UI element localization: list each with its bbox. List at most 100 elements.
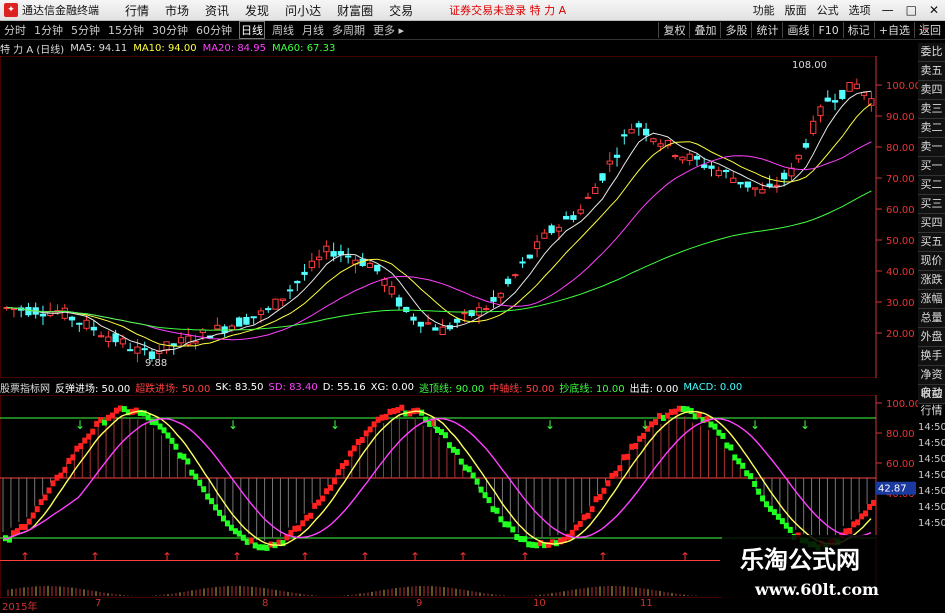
right-panel-item[interactable]: 买一 — [918, 157, 945, 176]
login-status: 证券交易未登录 特 力 A — [449, 4, 567, 17]
right-panel-item[interactable]: 买四 — [918, 214, 945, 233]
statistics-button[interactable]: 统计 — [751, 22, 782, 38]
period-monthly[interactable]: 月线 — [301, 22, 325, 38]
candle-body — [76, 322, 83, 325]
right-panel-item[interactable]: 现价 — [918, 252, 945, 271]
candle-body — [708, 165, 715, 169]
right-panel-item[interactable]: 外盘 — [918, 328, 945, 347]
menu-discover[interactable]: 发现 — [245, 2, 269, 19]
candle-body — [759, 189, 766, 194]
down-arrow-icon: ↓ — [640, 418, 650, 432]
back-button[interactable]: 返回 — [914, 22, 945, 38]
signal-block — [300, 520, 306, 527]
date-label: 9 — [416, 598, 423, 609]
period-multi[interactable]: 多周期 — [331, 22, 366, 38]
signal-block — [478, 486, 484, 493]
period-60min[interactable]: 60分钟 — [195, 22, 233, 38]
right-panel-item[interactable]: 涨跌 — [918, 271, 945, 290]
candle-body — [388, 286, 395, 295]
right-panel-tab[interactable]: 行情 — [918, 402, 945, 420]
right-panel-item[interactable]: 涨幅 — [918, 290, 945, 309]
price-tick-label: 70.00 — [886, 174, 915, 185]
signal-block — [855, 519, 861, 526]
maximize-icon[interactable]: □ — [906, 3, 917, 17]
candle-body — [454, 318, 461, 323]
candle-body — [686, 153, 693, 161]
period-1min[interactable]: 1分钟 — [33, 22, 64, 38]
multi-stock-button[interactable]: 多股 — [720, 22, 751, 38]
signal-block — [347, 450, 353, 457]
signal-block — [442, 432, 448, 439]
signal-block — [22, 523, 28, 530]
up-arrow-icon: ↑ — [300, 550, 310, 564]
menu-options[interactable]: 选项 — [849, 2, 871, 18]
right-panel-item[interactable]: 卖三 — [918, 100, 945, 119]
signal-block — [641, 432, 647, 439]
menu-wealth[interactable]: 财富圈 — [337, 2, 373, 19]
period-15min[interactable]: 15分钟 — [107, 22, 145, 38]
period-more[interactable]: 更多 ▸ — [372, 22, 405, 38]
signal-block — [577, 520, 583, 527]
candle-body — [526, 254, 533, 259]
right-panel-item[interactable]: 委比 — [918, 43, 945, 62]
tick-time: 14:50 — [918, 454, 945, 465]
menu-news[interactable]: 资讯 — [205, 2, 229, 19]
draw-line-button[interactable]: 画线 — [782, 22, 813, 38]
right-panel-item[interactable]: 净资 — [918, 366, 945, 385]
candle-body — [577, 209, 584, 214]
right-panel-item[interactable]: 卖四 — [918, 81, 945, 100]
right-panel-item[interactable]: 卖一 — [918, 138, 945, 157]
menu-function[interactable]: 功能 — [753, 2, 775, 18]
right-panel-item[interactable]: 买五 — [918, 233, 945, 252]
ind-item-6: 逃顶线: 90.00 — [419, 383, 485, 395]
menu-quotes[interactable]: 行情 — [125, 2, 149, 19]
f10-button[interactable]: F10 — [813, 23, 842, 37]
period-toolbar: 分时 1分钟 5分钟 15分钟 30分钟 60分钟 日线 周线 月线 多周期 更… — [0, 21, 945, 40]
menu-ask[interactable]: 问小达 — [285, 2, 321, 19]
signal-block — [30, 512, 36, 519]
close-icon[interactable]: ✕ — [929, 3, 939, 17]
right-panel-item[interactable]: 总量 — [918, 309, 945, 328]
ind-item-8: 抄底线: 10.00 — [559, 383, 625, 395]
right-panel-item[interactable]: 买二 — [918, 176, 945, 195]
tick-time: 14:50 — [918, 422, 945, 433]
right-panel-item[interactable]: 卖二 — [918, 119, 945, 138]
candle-body — [272, 298, 279, 310]
minimize-icon[interactable]: — — [882, 3, 894, 17]
period-daily[interactable]: 日线 — [239, 21, 265, 39]
date-label: 10 — [533, 598, 546, 609]
tick-time: 14:50 — [918, 470, 945, 481]
signal-block — [399, 404, 405, 411]
signal-block — [185, 458, 191, 465]
period-timeshare[interactable]: 分时 — [3, 22, 27, 38]
menu-market[interactable]: 市场 — [165, 2, 189, 19]
right-panel-item[interactable]: 换手 — [918, 347, 945, 366]
menu-layout[interactable]: 版面 — [785, 2, 807, 18]
signal-block — [613, 470, 619, 477]
right-panel-item[interactable]: 买三 — [918, 195, 945, 214]
period-weekly[interactable]: 周线 — [271, 22, 295, 38]
period-30min[interactable]: 30分钟 — [151, 22, 189, 38]
date-label: 2015年 — [2, 602, 38, 613]
candle-body — [715, 170, 722, 176]
candle-body — [439, 326, 446, 336]
period-5min[interactable]: 5分钟 — [70, 22, 101, 38]
down-arrow-icon: ↓ — [800, 418, 810, 432]
candle-body — [802, 143, 810, 148]
candlestick-chart[interactable]: 100.00 90.00 80.00 70.00 60.00 50.00 40.00 30.0… — [0, 56, 918, 378]
right-panel-tab[interactable]: 自动 — [918, 384, 945, 402]
right-panel-item[interactable]: 卖五 — [918, 62, 945, 81]
signal-block — [78, 443, 84, 450]
mark-button[interactable]: 标记 — [842, 22, 874, 38]
restore-rights-button[interactable]: 复权 — [658, 22, 689, 38]
menu-trade[interactable]: 交易 — [389, 2, 413, 19]
signal-block — [470, 472, 476, 479]
ind-tick-label: 60.00 — [886, 459, 915, 470]
signal-block — [712, 423, 718, 430]
up-arrow-icon: ↑ — [360, 550, 370, 564]
menu-formula[interactable]: 公式 — [817, 2, 839, 18]
overlay-button[interactable]: 叠加 — [689, 22, 720, 38]
price-tick-label: 20.00 — [886, 329, 915, 340]
candle-body — [824, 97, 831, 102]
add-favorite-button[interactable]: +自选 — [873, 22, 914, 38]
